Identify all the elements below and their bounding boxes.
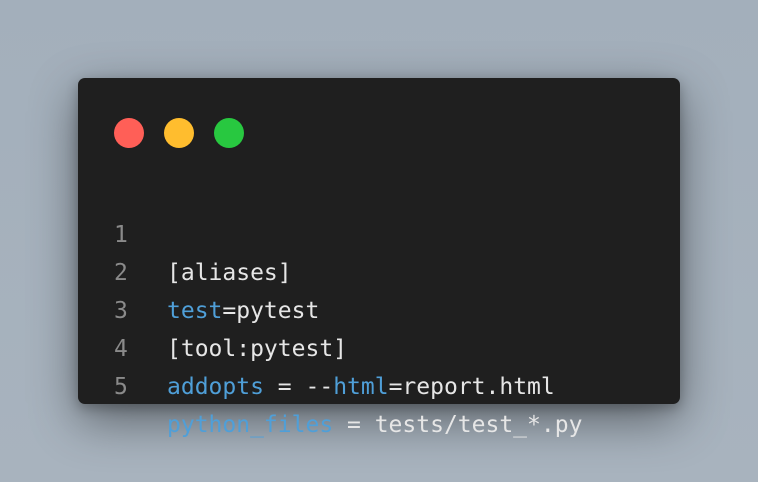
code-line: 5 python_files = tests/test_*.py (78, 330, 680, 438)
code-token: = -- (263, 374, 334, 400)
code-line: 4 addopts = --html=report.html (78, 292, 680, 400)
code-token-key: html (333, 374, 389, 400)
close-dot-icon[interactable] (114, 118, 144, 148)
line-number: 5 (114, 374, 128, 400)
code-token: =report.html (388, 374, 555, 400)
code-token-key: addopts (167, 374, 264, 400)
line-content: python_files = tests/test_*.py (167, 406, 582, 444)
code-block: 1 [aliases] 2 test=pytest 3 [tool:pytest… (78, 178, 680, 438)
line-content: addopts = --html=report.html (167, 368, 555, 406)
code-line: 1 [aliases] (78, 178, 680, 286)
minimize-dot-icon[interactable] (164, 118, 194, 148)
code-line: 2 test=pytest (78, 216, 680, 324)
code-token-key: python_files (167, 412, 334, 438)
window-controls (114, 118, 244, 148)
code-window: 1 [aliases] 2 test=pytest 3 [tool:pytest… (78, 78, 680, 438)
maximize-dot-icon[interactable] (214, 118, 244, 148)
code-token: = tests/test_*.py (333, 412, 583, 438)
code-line: 3 [tool:pytest] (78, 254, 680, 362)
